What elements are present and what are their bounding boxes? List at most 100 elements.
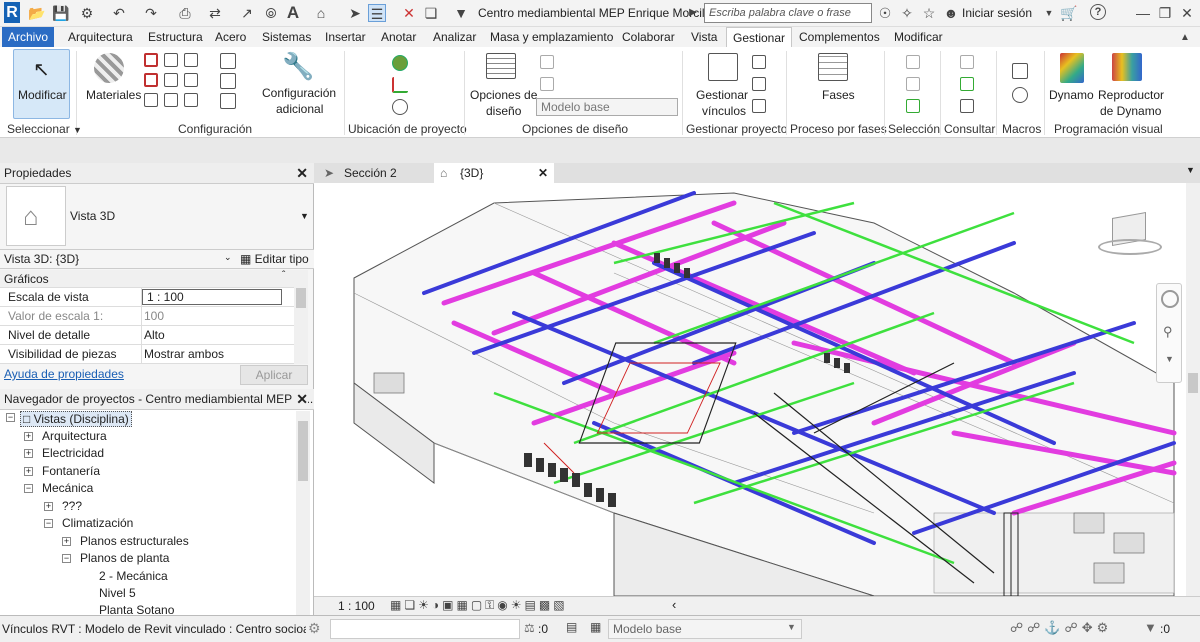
load-selection-icon[interactable] <box>906 77 920 91</box>
undo-icon[interactable]: ↶ <box>110 4 128 22</box>
properties-close-icon[interactable]: ✕ <box>296 163 308 184</box>
macro-manager-icon[interactable] <box>1012 63 1028 79</box>
add-to-set-icon[interactable] <box>540 55 554 69</box>
tree-fontaneria[interactable]: Fontanería <box>42 464 100 478</box>
select-links-icon[interactable]: ☍ <box>1010 620 1027 635</box>
user-icon[interactable]: ☻ <box>942 4 960 22</box>
ribbon-toggle-icon[interactable]: ▲ <box>1176 29 1194 47</box>
tab-colaborar[interactable]: Colaborar <box>616 27 681 47</box>
position-icon[interactable] <box>392 99 408 115</box>
shadows-icon[interactable]: ◑ <box>432 598 442 612</box>
worksets-icon[interactable]: ⚙ <box>308 620 321 637</box>
panel-select[interactable]: Seleccionar ▼ <box>7 122 82 136</box>
drag-elements-icon[interactable]: ✥ <box>1082 620 1097 635</box>
section-icon[interactable]: ➤ <box>346 4 364 22</box>
viewcube-compass[interactable] <box>1098 239 1162 255</box>
type-dropdown-icon[interactable]: ▼ <box>300 211 309 221</box>
search-input[interactable]: Escriba palabra clave o frase <box>704 3 872 23</box>
tree-unknown[interactable]: ??? <box>62 499 82 513</box>
manage-images-icon[interactable] <box>752 99 766 113</box>
macro-security-icon[interactable] <box>1012 87 1028 103</box>
revit-logo[interactable]: R <box>4 2 20 23</box>
steering-wheel-icon[interactable] <box>1161 290 1179 308</box>
select-by-id-icon[interactable] <box>960 99 974 113</box>
prop-row-detail[interactable]: Nivel de detalle Alto <box>0 326 294 345</box>
switch-windows-icon[interactable]: ❏ <box>422 4 440 22</box>
project-parameters-icon[interactable] <box>144 73 158 87</box>
scroll-thumb[interactable] <box>1188 373 1198 393</box>
filter-icon[interactable]: ▼ <box>1144 620 1157 635</box>
expand-icon[interactable]: + <box>24 467 33 476</box>
print-icon[interactable]: ⎙ <box>176 4 194 22</box>
collapse-icon[interactable]: − <box>62 554 71 563</box>
tab-gestionar[interactable]: Gestionar <box>726 27 793 47</box>
temp-properties-icon[interactable]: ▤ <box>525 598 539 612</box>
wrench-icon[interactable]: 🔧 <box>282 51 314 82</box>
starting-view-icon[interactable] <box>752 55 766 69</box>
tree-planos-planta[interactable]: Planos de planta <box>80 551 169 565</box>
select-by-face-icon[interactable]: ☍ <box>1065 620 1082 635</box>
minimize-icon[interactable]: — <box>1134 4 1152 22</box>
tree-planos-estructurales[interactable]: Planos estructurales <box>80 534 189 548</box>
sync-icon[interactable]: ⚙ <box>78 4 96 22</box>
crop-view-icon[interactable]: ▦ <box>456 598 470 612</box>
save-selection-icon[interactable] <box>906 55 920 69</box>
snaps-icon[interactable] <box>164 53 178 67</box>
select-underlay-icon[interactable]: ☍ <box>1027 620 1044 635</box>
design-options-icon[interactable] <box>486 53 516 79</box>
background-processes-icon[interactable]: ⚙ <box>1097 620 1113 635</box>
shared-parameters-icon[interactable] <box>164 73 178 87</box>
redo-icon[interactable]: ↷ <box>142 4 160 22</box>
restore-icon[interactable]: ❐ <box>1156 4 1174 22</box>
tree-electricidad[interactable]: Electricidad <box>42 446 104 460</box>
show-crop-icon[interactable]: ▢ <box>471 598 485 612</box>
purge-unused-icon[interactable] <box>164 93 178 107</box>
hide-isolate-icon[interactable]: ◉ <box>497 598 510 612</box>
tree-arquitectura[interactable]: Arquitectura <box>42 429 107 443</box>
collapse-icon[interactable]: − <box>44 519 53 528</box>
prop-row-parts[interactable]: Visibilidad de piezas Mostrar ambos <box>0 345 294 364</box>
save-icon[interactable]: 💾 <box>52 4 70 22</box>
tree-view-nivel-5[interactable]: Nivel 5 <box>99 586 136 600</box>
structural-settings-icon[interactable] <box>220 73 236 89</box>
tab-anotar[interactable]: Anotar <box>375 27 422 47</box>
tab-3d[interactable]: ⌂ {3D} ✕ <box>434 163 554 183</box>
select-pinned-icon[interactable]: ⚓ <box>1044 620 1064 635</box>
tab-seccion-2[interactable]: ➤ Sección 2 <box>318 163 434 183</box>
sun-path-icon[interactable]: ☀ <box>418 598 432 612</box>
tab-masa[interactable]: Masa y emplazamiento <box>484 27 619 47</box>
measure-icon[interactable]: ⇄ <box>206 4 224 22</box>
dimension-icon[interactable]: ↗ <box>238 4 256 22</box>
exclude-options-icon[interactable]: ▦ <box>590 620 601 634</box>
coordinates-icon[interactable] <box>392 77 408 93</box>
scroll-thumb[interactable] <box>298 421 308 481</box>
scale-input[interactable]: 1 : 100 <box>142 289 282 305</box>
collapse-icon[interactable]: − <box>24 484 33 493</box>
collapse-controls-icon[interactable]: ‹ <box>672 597 676 612</box>
thin-lines-icon[interactable]: ☰ <box>368 4 386 22</box>
tree-mecanica[interactable]: Mecánica <box>42 481 93 495</box>
workset-select[interactable] <box>330 619 520 639</box>
communication-icon[interactable]: ✧ <box>898 4 916 22</box>
dynamo-icon[interactable] <box>1060 53 1084 83</box>
collapse-group-icon[interactable]: ˆ <box>282 270 285 281</box>
expand-icon[interactable]: + <box>24 432 33 441</box>
tab-analizar[interactable]: Analizar <box>427 27 482 47</box>
tab-complementos[interactable]: Complementos <box>793 27 886 47</box>
customize-qat-icon[interactable]: ▼ <box>452 4 470 22</box>
tree-view-2-mecanica[interactable]: 2 - Mecánica <box>99 569 168 583</box>
global-parameters-icon[interactable] <box>184 73 198 87</box>
transfer-standards-icon[interactable] <box>144 93 158 107</box>
tab-insertar[interactable]: Insertar <box>319 27 372 47</box>
text-icon[interactable]: A <box>284 4 302 22</box>
view-scale[interactable]: 1 : 100 <box>338 599 375 613</box>
tab-vista[interactable]: Vista <box>685 27 723 47</box>
project-info-icon[interactable] <box>184 53 198 67</box>
tree-climatizacion[interactable]: Climatización <box>62 516 133 530</box>
signin-dropdown-icon[interactable]: ▼ <box>1040 4 1058 22</box>
visual-style-icon[interactable]: ❏ <box>404 598 418 612</box>
detail-level-icon[interactable]: ▦ <box>390 598 404 612</box>
tab-arquitectura[interactable]: Arquitectura <box>62 27 139 47</box>
location-icon[interactable] <box>392 55 408 71</box>
browser-close-icon[interactable]: ✕ <box>296 389 308 409</box>
